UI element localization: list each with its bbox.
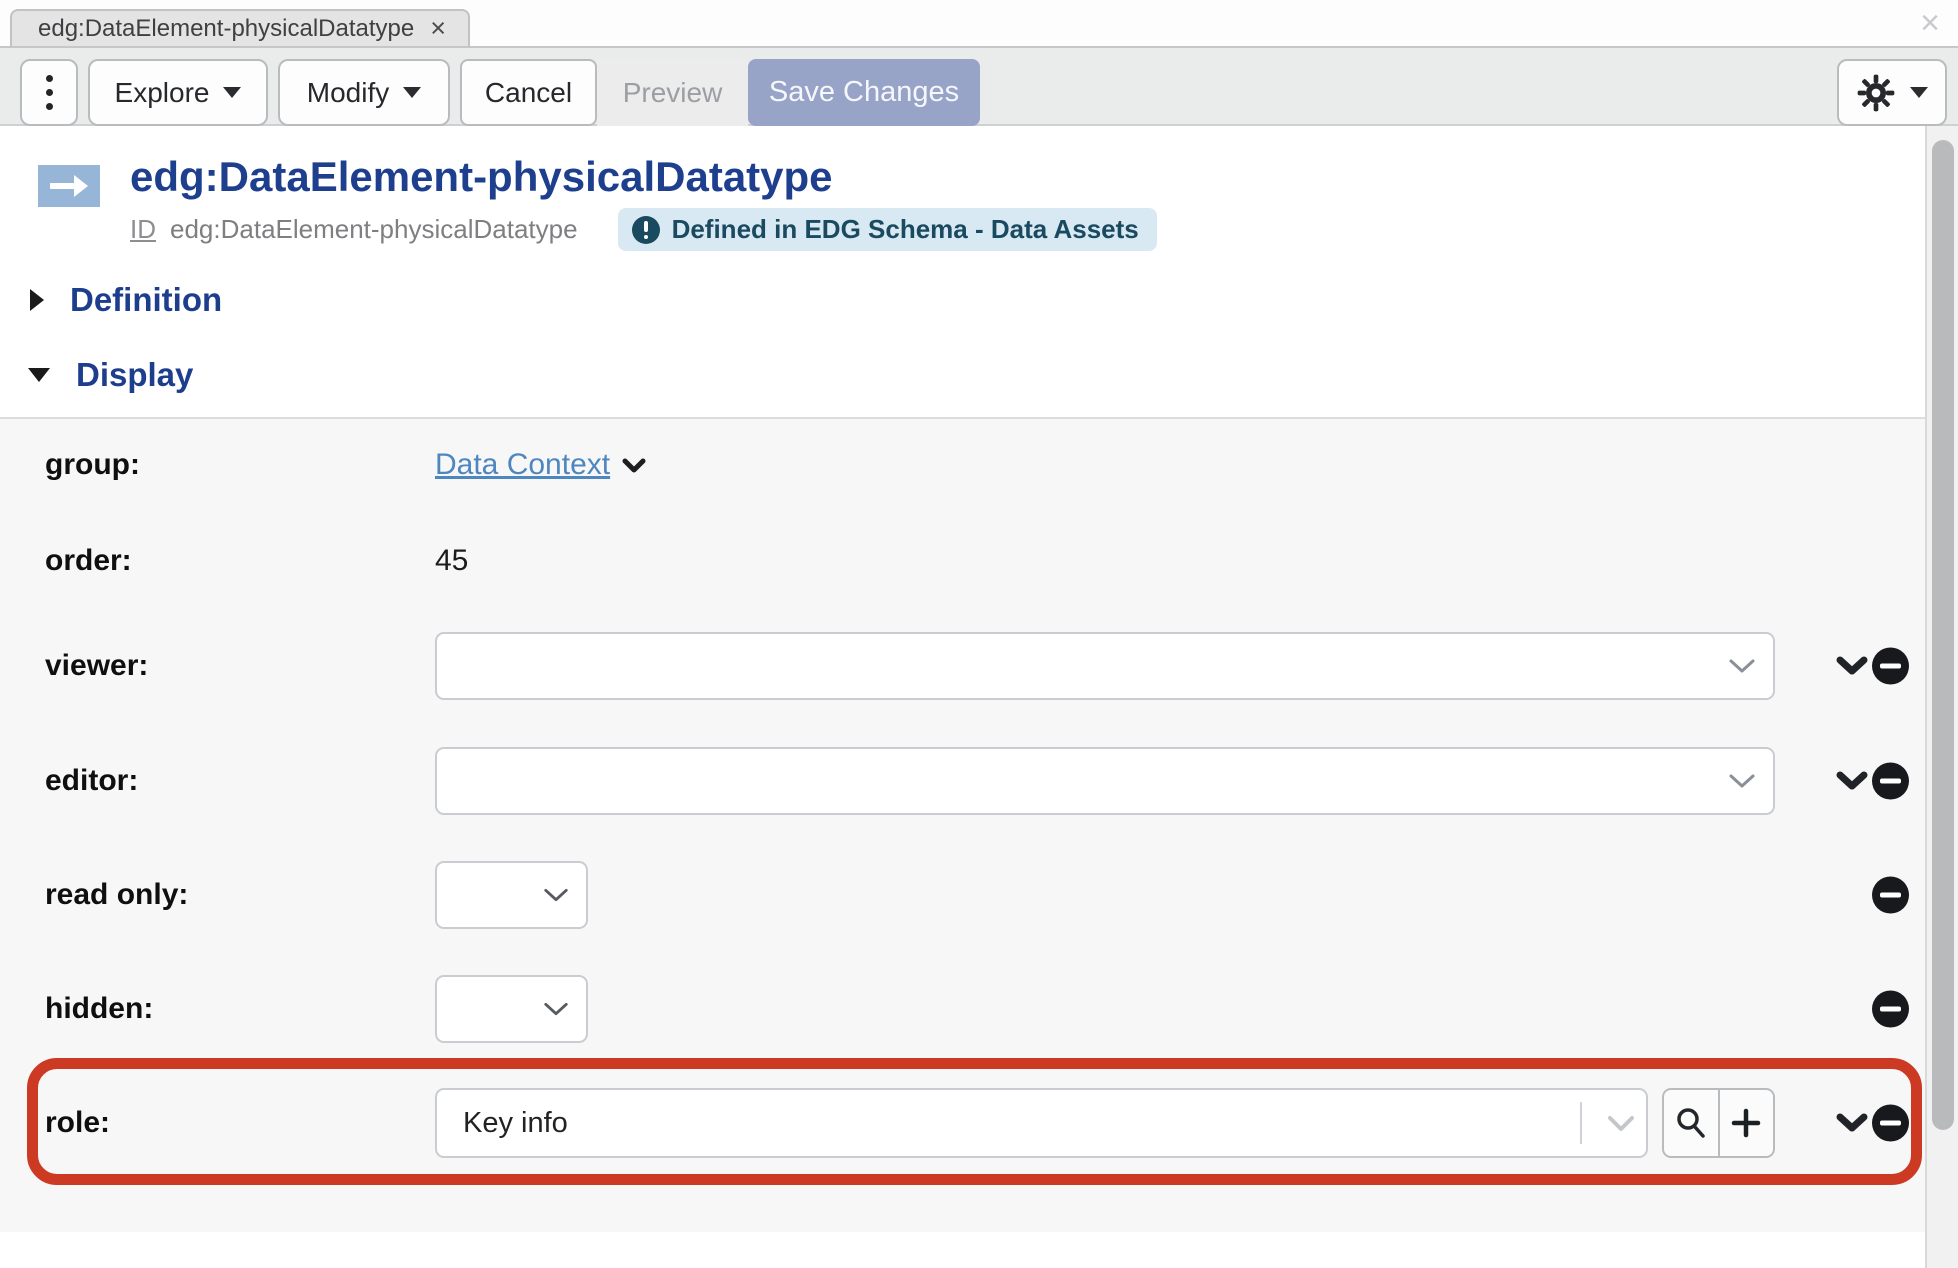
modify-label: Modify <box>307 77 389 109</box>
caret-down-icon <box>223 87 241 98</box>
role-remove-icon[interactable] <box>1872 1105 1909 1142</box>
window-close-icon[interactable]: × <box>1920 6 1940 40</box>
chevron-down-icon <box>542 887 570 904</box>
section-definition-toggle[interactable]: Definition <box>30 281 222 319</box>
role-add-button[interactable] <box>1718 1090 1774 1156</box>
viewer-options-chevron-icon[interactable] <box>1836 656 1868 676</box>
editor-remove-icon[interactable] <box>1872 763 1909 800</box>
viewer-label: viewer: <box>45 649 148 683</box>
field-row-role: role: <box>0 1088 1925 1158</box>
read-only-label: read only: <box>45 878 188 912</box>
save-changes-label: Save Changes <box>769 76 959 109</box>
triangle-right-icon <box>30 289 44 311</box>
role-combo-toggle[interactable] <box>1598 1088 1644 1158</box>
order-value: 45 <box>435 544 468 578</box>
role-tools-group <box>1662 1088 1775 1158</box>
defined-in-badge: Defined in EDG Schema - Data Assets <box>618 208 1157 251</box>
group-value-link[interactable]: Data Context <box>435 448 610 481</box>
vertical-scrollbar[interactable] <box>1925 126 1958 1268</box>
resource-tab[interactable]: edg:DataElement-physicalDatatype × <box>10 9 470 46</box>
toolbar: Explore Modify Cancel Preview Save Chang… <box>0 46 1958 126</box>
field-row-viewer: viewer: <box>0 632 1925 700</box>
preview-label: Preview <box>623 77 723 109</box>
search-icon <box>1674 1106 1708 1140</box>
resource-id-row: ID edg:DataElement-physicalDatatype Defi… <box>130 208 1157 251</box>
modify-button[interactable]: Modify <box>278 59 450 126</box>
read-only-remove-icon[interactable] <box>1872 877 1909 914</box>
viewer-select[interactable] <box>435 632 1775 700</box>
tab-bar: edg:DataElement-physicalDatatype × × <box>0 0 1958 46</box>
chevron-down-icon <box>1727 657 1757 675</box>
hidden-label: hidden: <box>45 992 153 1026</box>
combo-divider <box>1580 1102 1582 1144</box>
hidden-select[interactable] <box>435 975 588 1043</box>
editor-options-chevron-icon[interactable] <box>1836 771 1868 791</box>
section-definition-label: Definition <box>70 281 222 319</box>
chevron-down-icon <box>1727 772 1757 790</box>
preview-button[interactable]: Preview <box>597 59 748 126</box>
role-label: role: <box>45 1106 110 1140</box>
id-value: edg:DataElement-physicalDatatype <box>170 214 578 245</box>
settings-button[interactable] <box>1837 59 1947 126</box>
triangle-down-icon <box>28 368 50 382</box>
viewer-remove-icon[interactable] <box>1872 648 1909 685</box>
section-display-toggle[interactable]: Display <box>28 356 193 394</box>
resource-arrow-right-icon <box>38 165 100 207</box>
field-row-order: order: 45 <box>0 539 1925 583</box>
editor-select[interactable] <box>435 747 1775 815</box>
explore-label: Explore <box>115 77 210 109</box>
caret-down-icon <box>403 87 421 98</box>
group-label: group: <box>45 448 140 482</box>
chevron-down-icon[interactable] <box>622 458 646 474</box>
role-input[interactable] <box>435 1088 1648 1158</box>
info-icon <box>632 216 660 244</box>
field-row-read-only: read only: <box>0 861 1925 929</box>
caret-down-icon <box>1910 87 1928 98</box>
section-display-label: Display <box>76 356 193 394</box>
role-options-chevron-icon[interactable] <box>1836 1113 1868 1133</box>
defined-in-badge-label: Defined in EDG Schema - Data Assets <box>672 214 1139 245</box>
cancel-button[interactable]: Cancel <box>460 59 597 126</box>
gear-icon <box>1856 73 1896 113</box>
editor-label: editor: <box>45 764 138 798</box>
page-title: edg:DataElement-physicalDatatype <box>130 153 833 201</box>
chevron-down-icon <box>542 1001 570 1018</box>
plus-icon <box>1730 1107 1762 1139</box>
explore-button[interactable]: Explore <box>88 59 268 126</box>
cancel-label: Cancel <box>485 77 572 109</box>
field-row-group: group: Data Context <box>0 443 1925 487</box>
hidden-remove-icon[interactable] <box>1872 991 1909 1028</box>
kebab-icon <box>46 75 53 110</box>
tab-close-icon[interactable]: × <box>430 15 446 42</box>
save-changes-button[interactable]: Save Changes <box>748 59 980 126</box>
order-label: order: <box>45 544 132 578</box>
field-row-hidden: hidden: <box>0 975 1925 1043</box>
role-search-button[interactable] <box>1664 1090 1718 1156</box>
field-row-editor: editor: <box>0 747 1925 815</box>
read-only-select[interactable] <box>435 861 588 929</box>
app-window: edg:DataElement-physicalDatatype × × Exp… <box>0 0 1958 1268</box>
more-actions-button[interactable] <box>20 59 78 126</box>
id-label: ID <box>130 214 156 245</box>
tab-title: edg:DataElement-physicalDatatype <box>38 15 414 43</box>
scrollbar-thumb[interactable] <box>1932 140 1954 1130</box>
